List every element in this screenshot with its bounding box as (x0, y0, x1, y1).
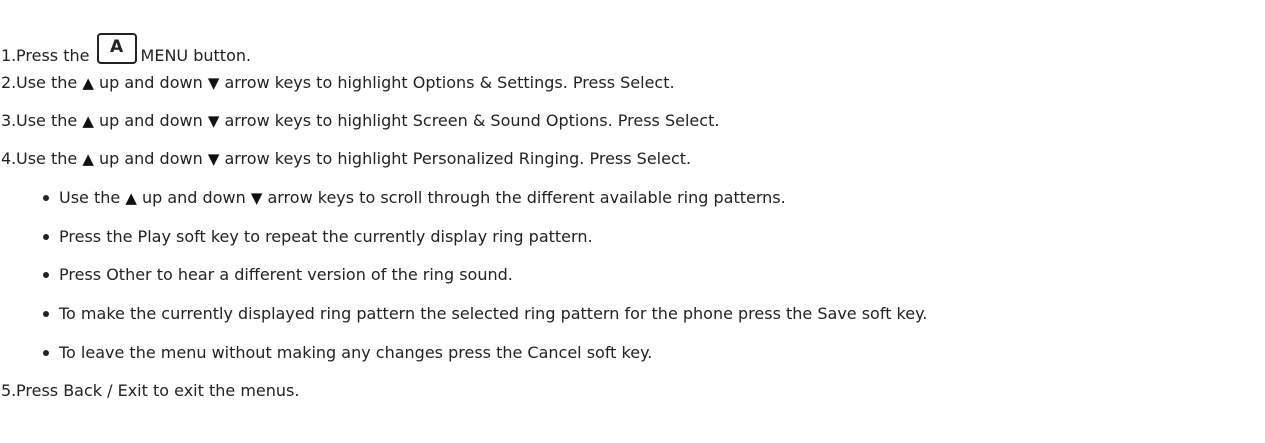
down-arrow-icon: ▼ (207, 74, 220, 92)
substep-text: Press Other to hear a different version … (59, 265, 513, 284)
step-text: arrow keys to highlight Options & Settin… (224, 73, 675, 92)
substep-text: arrow keys to scroll through the differe… (267, 188, 786, 207)
substep-3: Press Other to hear a different version … (43, 265, 513, 285)
step-4: 4.Use the ▲ up and down ▼ arrow keys to … (0, 149, 691, 169)
bullet-icon (43, 271, 49, 278)
up-arrow-icon: ▲ (82, 150, 94, 168)
step-number: 4. (1, 149, 17, 168)
bullet-icon (43, 310, 49, 317)
up-arrow-icon: ▲ (82, 112, 94, 130)
up-arrow-icon: ▲ (82, 74, 94, 92)
substep-text: up and down (141, 188, 246, 207)
step-text: MENU button. (140, 46, 252, 65)
step-5: 5.Press Back / Exit to exit the menus. (0, 381, 299, 401)
bullet-icon (43, 349, 49, 356)
substep-5: To leave the menu without making any cha… (43, 343, 652, 363)
step-number: 1. (1, 46, 17, 65)
bullet-icon (43, 233, 49, 240)
down-arrow-icon: ▼ (207, 150, 220, 168)
substep-2: Press the Play soft key to repeat the cu… (43, 227, 593, 247)
step-text: Use the (16, 73, 78, 92)
substep-4: To make the currently displayed ring pat… (43, 304, 927, 324)
step-text: Use the (16, 111, 78, 130)
step-3: 3.Use the ▲ up and down ▼ arrow keys to … (0, 111, 719, 131)
step-text: arrow keys to highlight Personalized Rin… (224, 149, 692, 168)
substep-text: To make the currently displayed ring pat… (59, 304, 928, 323)
substep-text: Use the (59, 188, 121, 207)
substep-text: Press the Play soft key to repeat the cu… (59, 227, 593, 246)
instructions-page: 1.Press the A MENU button. 2.Use the ▲ up… (0, 0, 1265, 443)
step-number: 2. (1, 73, 17, 92)
menu-key-letter: A (109, 37, 124, 57)
step-text: Press the (16, 46, 90, 65)
up-arrow-icon: ▲ (125, 189, 137, 207)
step-text: Press Back / Exit to exit the menus. (16, 381, 300, 400)
menu-a-key-icon: A (96, 33, 137, 64)
step-number: 5. (1, 381, 17, 400)
step-text: arrow keys to highlight Screen & Sound O… (224, 111, 720, 130)
step-1: 1.Press the A MENU button. (0, 33, 251, 65)
step-2: 2.Use the ▲ up and down ▼ arrow keys to … (0, 73, 675, 93)
substep-text: To leave the menu without making any cha… (59, 343, 653, 362)
down-arrow-icon: ▼ (250, 189, 263, 207)
step-text: up and down (98, 149, 203, 168)
bullet-icon (43, 194, 49, 201)
step-text: up and down (98, 111, 203, 130)
down-arrow-icon: ▼ (207, 112, 220, 130)
substep-1: Use the ▲ up and down ▼ arrow keys to sc… (43, 188, 786, 208)
step-number: 3. (1, 111, 17, 130)
step-text: up and down (98, 73, 203, 92)
step-text: Use the (16, 149, 78, 168)
